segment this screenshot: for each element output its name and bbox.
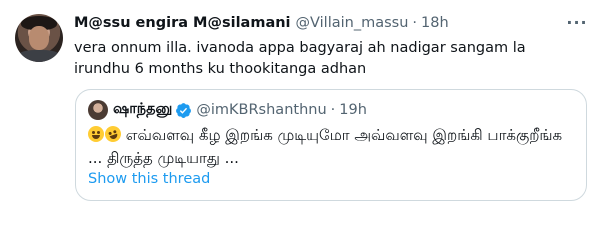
rolling-on-the-floor-laughing-icon [102, 123, 124, 145]
quoted-display-name: ஷாந்தனு [113, 101, 173, 117]
display-name[interactable]: M@ssu engira M@silamani [74, 15, 291, 31]
user-avatar-icon[interactable] [15, 14, 63, 62]
more-options-icon[interactable]: ··· [565, 12, 589, 34]
quoted-tweet-text: எவ்வளவு கீழ இறங்க முடியுமோ அவ்வளவு இறங்க… [88, 123, 568, 170]
quoted-user-avatar-icon [88, 100, 108, 120]
quoted-tweet[interactable]: ஷாந்தனு @imKBRshanthnu · 19h எவ்வளவு கீழ… [75, 89, 587, 201]
quoted-text-body: எவ்வளவு கீழ இறங்க முடியுமோ அவ்வளவு இறங்க… [88, 126, 563, 167]
face-with-tears-of-joy-icon [88, 126, 104, 142]
quoted-timestamp: 19h [339, 102, 367, 118]
show-thread-link[interactable]: Show this thread [88, 171, 210, 187]
tweet-header: M@ssu engira M@silamani @Villain_massu ·… [74, 13, 449, 33]
user-handle[interactable]: @Villain_massu [296, 15, 409, 31]
timestamp[interactable]: 18h [421, 15, 449, 31]
avatar-face [29, 26, 49, 50]
tweet-text: vera onnum illa. ivanoda appa bagyaraj a… [74, 40, 526, 77]
tweet[interactable]: M@ssu engira M@silamani @Villain_massu ·… [0, 0, 602, 249]
avatar-shirt [17, 50, 61, 62]
quoted-separator-dot: · [330, 102, 336, 118]
separator-dot: · [412, 15, 417, 31]
quoted-user-handle: @imKBRshanthnu [196, 102, 327, 118]
quoted-tweet-header: ஷாந்தனு @imKBRshanthnu · 19h [113, 100, 367, 120]
verified-badge-icon [176, 102, 192, 118]
